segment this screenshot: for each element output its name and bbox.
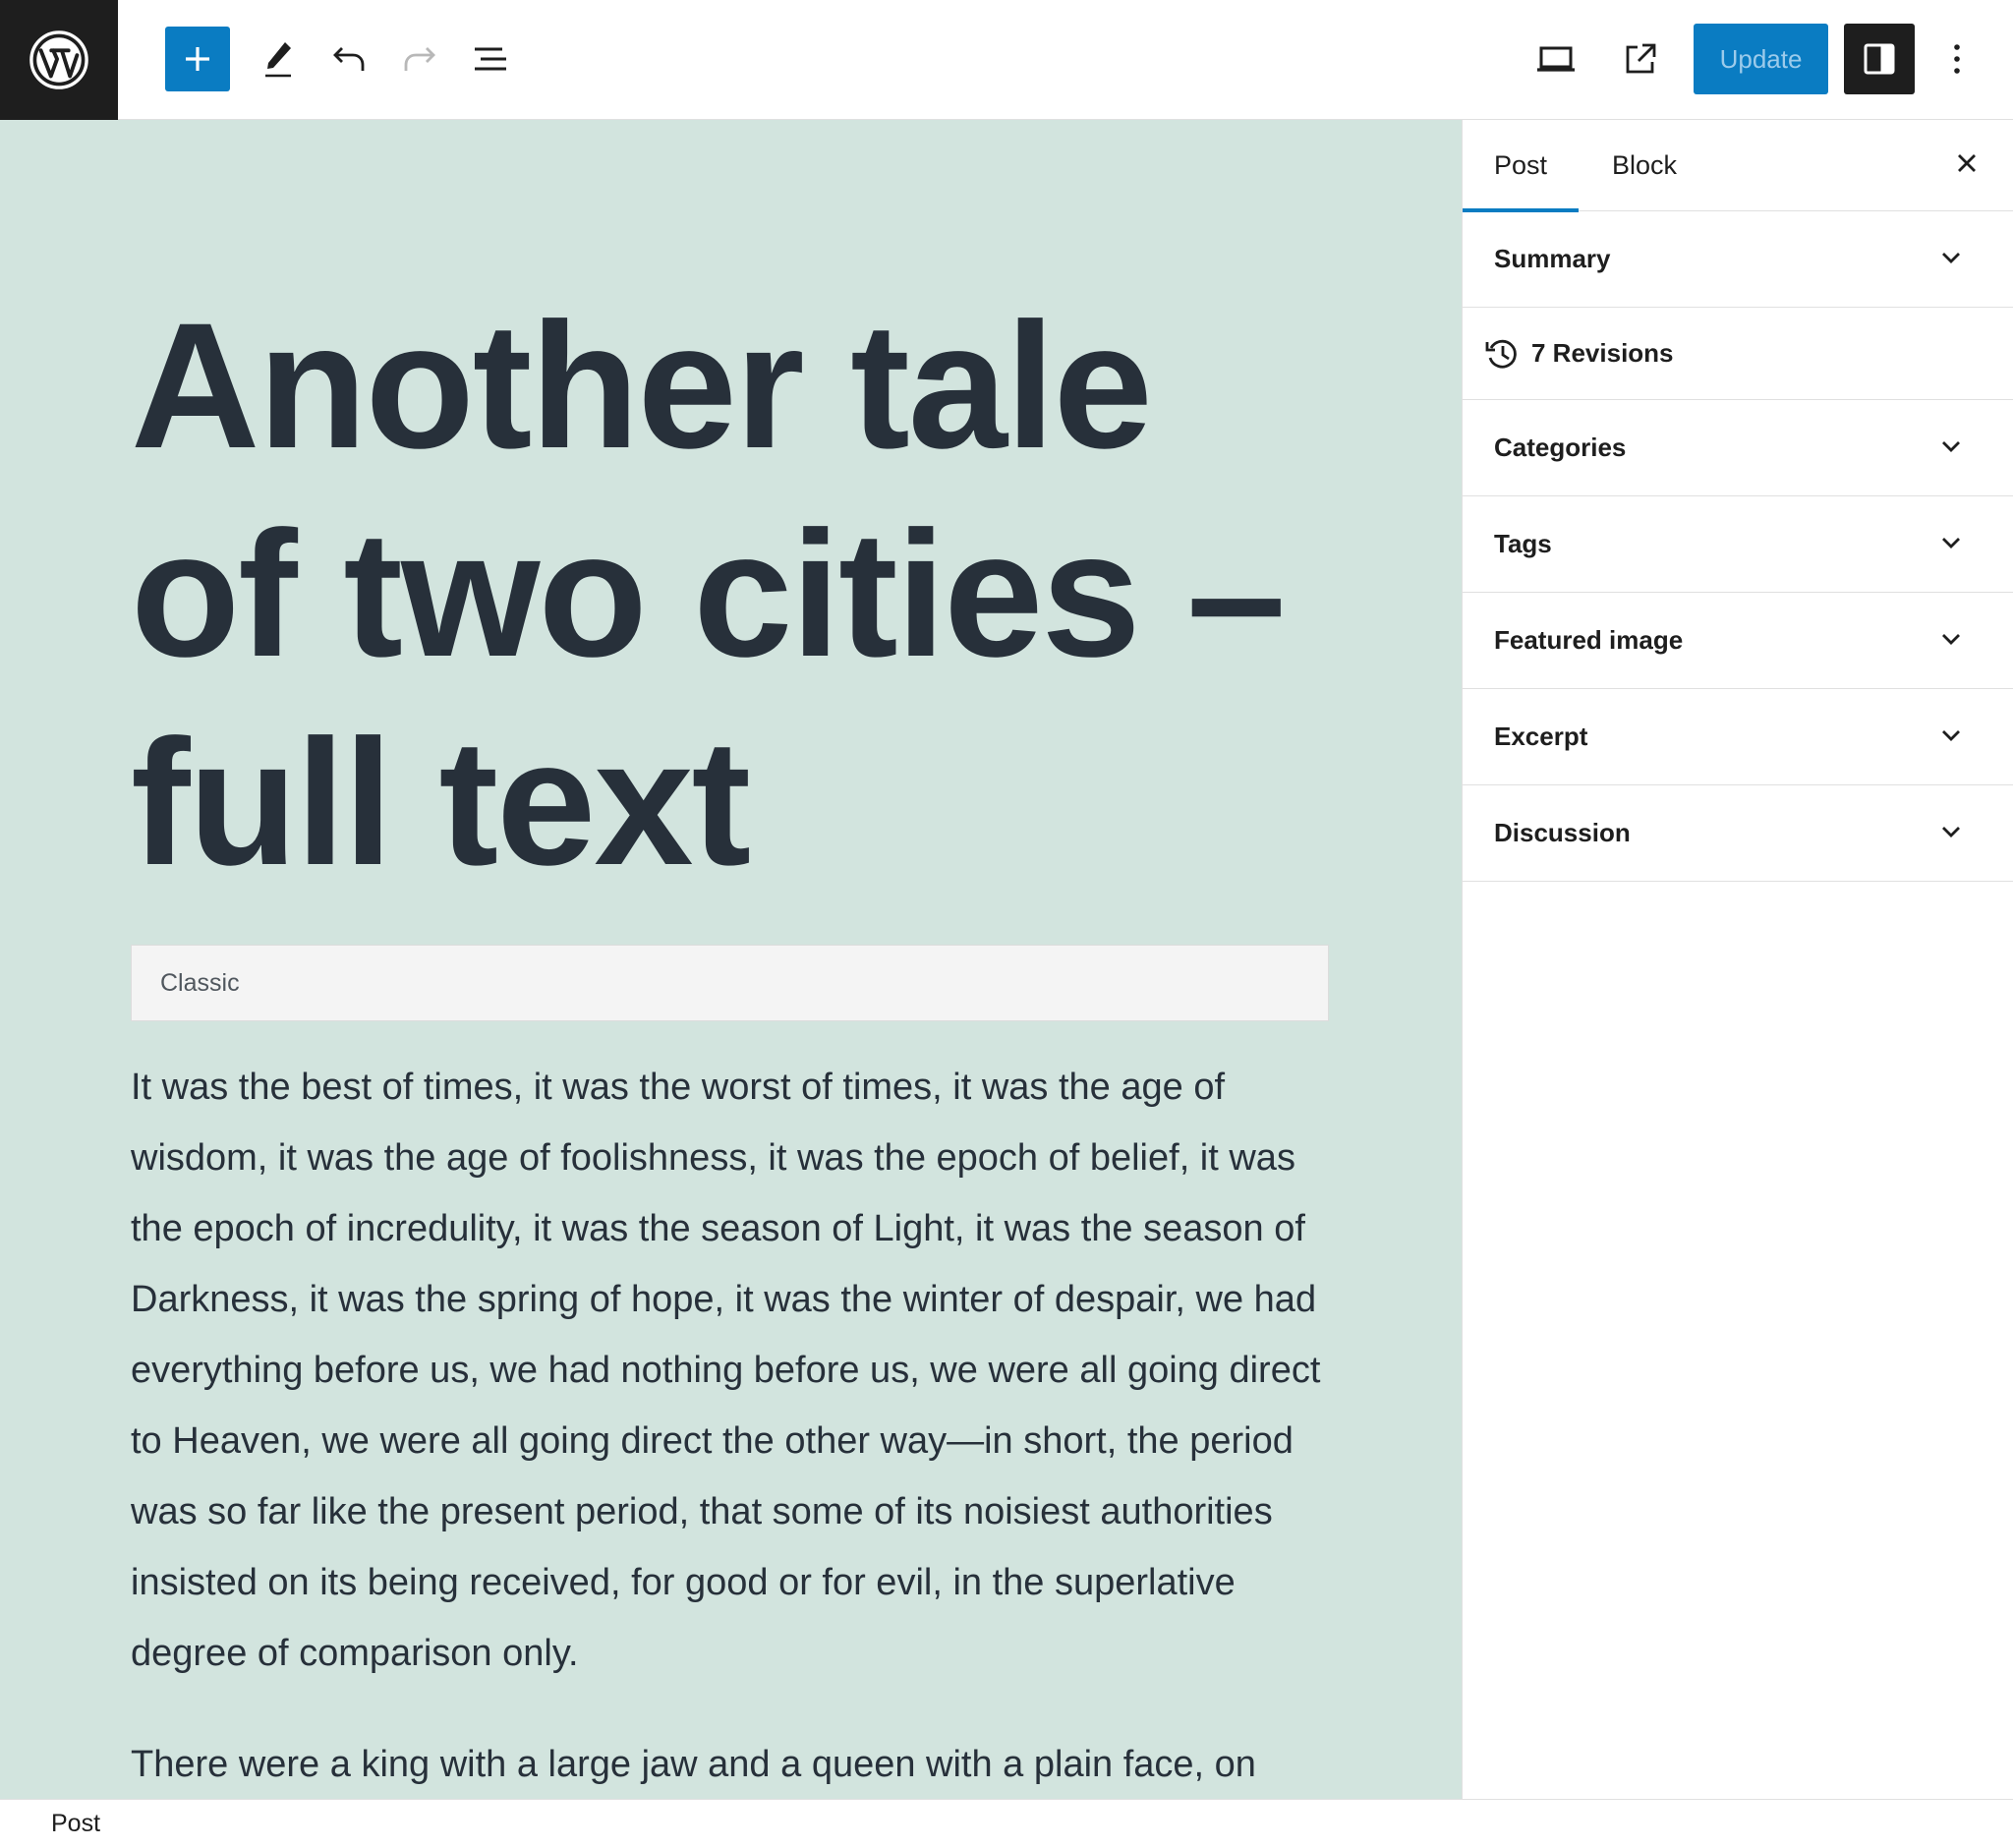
panel-excerpt[interactable]: Excerpt: [1463, 689, 2013, 785]
close-sidebar-button[interactable]: [1939, 138, 1994, 193]
chevron-down-icon: [1940, 821, 1962, 847]
post-title[interactable]: Another tale of two cities – full text: [131, 281, 1310, 906]
pencil-icon: [261, 39, 295, 79]
list-view-button[interactable]: [458, 27, 523, 91]
revisions-label: 7 Revisions: [1531, 338, 1674, 368]
options-button[interactable]: [1925, 27, 1989, 91]
panel-discussion[interactable]: Discussion: [1463, 785, 2013, 882]
tools-button[interactable]: [246, 27, 311, 91]
chevron-down-icon: [1940, 628, 1962, 655]
external-link-icon: [1623, 41, 1658, 77]
panel-categories[interactable]: Categories: [1463, 400, 2013, 496]
wordpress-icon[interactable]: [0, 0, 118, 120]
panel-label: Tags: [1494, 529, 1552, 558]
paragraph-block[interactable]: It was the best of times, it was the wor…: [131, 1052, 1335, 1689]
settings-sidebar: Post Block Summary 7 Revisions Categorie…: [1462, 120, 2013, 1799]
redo-icon: [402, 44, 437, 74]
close-icon: [1956, 152, 1978, 179]
desktop-icon: [1535, 44, 1577, 74]
paragraph-block[interactable]: There were a king with a large jaw and a…: [131, 1729, 1335, 1799]
sidebar-tabs: Post Block: [1463, 120, 2013, 212]
view-post-button[interactable]: [1608, 27, 1673, 91]
settings-button[interactable]: [1844, 24, 1915, 94]
history-icon: [1484, 336, 1520, 372]
update-button[interactable]: Update: [1694, 24, 1828, 94]
undo-button[interactable]: [316, 27, 381, 91]
panel-tags[interactable]: Tags: [1463, 496, 2013, 593]
panel-label: Discussion: [1494, 818, 1631, 847]
panel-summary[interactable]: Summary: [1463, 211, 2013, 308]
add-block-button[interactable]: [165, 27, 230, 91]
panel-featured-image[interactable]: Featured image: [1463, 593, 2013, 689]
undo-icon: [331, 44, 367, 74]
classic-block-label: Classic: [160, 968, 240, 997]
breadcrumb-item-post[interactable]: Post: [51, 1810, 100, 1838]
tab-post[interactable]: Post: [1463, 120, 1579, 212]
plus-icon: [183, 44, 212, 74]
chevron-down-icon: [1940, 247, 1962, 273]
list-view-icon: [473, 44, 508, 74]
editor-header: Update: [0, 0, 2013, 120]
chevron-down-icon: [1940, 435, 1962, 462]
panel-label: Excerpt: [1494, 722, 1588, 751]
revisions-link[interactable]: 7 Revisions: [1463, 308, 2013, 400]
view-button[interactable]: [1524, 27, 1588, 91]
panel-label: Categories: [1494, 433, 1627, 462]
panel-label: Featured image: [1494, 625, 1684, 655]
block-breadcrumb: Post: [0, 1799, 2013, 1848]
editor-canvas[interactable]: Another tale of two cities – full text C…: [0, 120, 1462, 1799]
redo-button[interactable]: [387, 27, 452, 91]
chevron-down-icon: [1940, 724, 1962, 751]
chevron-down-icon: [1940, 532, 1962, 558]
sidebar-icon: [1863, 42, 1896, 76]
panel-label: Summary: [1494, 244, 1611, 273]
classic-block-toolbar[interactable]: Classic: [131, 945, 1329, 1021]
more-vertical-icon: [1952, 43, 1962, 75]
tab-block[interactable]: Block: [1612, 120, 1677, 211]
